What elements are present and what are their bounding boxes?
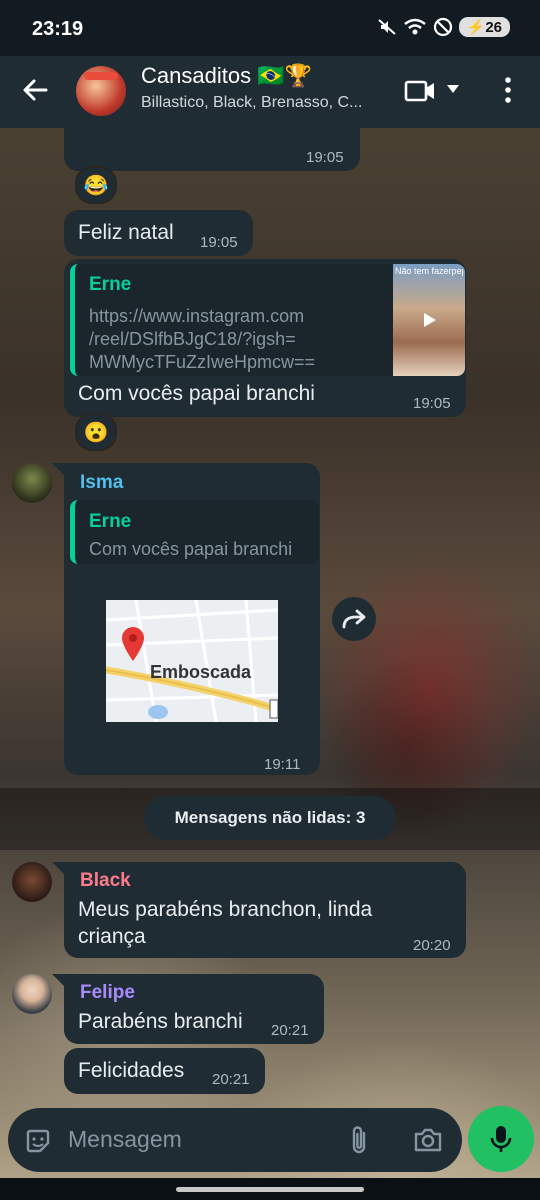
unread-messages-divider: Mensagens não lidas: 3: [144, 796, 396, 840]
message-bubble[interactable]: Black Meus parabéns branchon, linda cria…: [64, 862, 466, 958]
link-preview[interactable]: Erne https://www.instagram.com /reel/DSl…: [70, 264, 465, 376]
message-time: 19:05: [306, 149, 344, 166]
video-call-icon[interactable]: [404, 76, 436, 106]
home-gesture-pill[interactable]: [176, 1187, 364, 1192]
sender-name: Isma: [80, 472, 124, 493]
quoted-text: Com vocês papai branchi: [89, 539, 293, 559]
status-bar: 23:19 ⚡26: [0, 0, 540, 56]
avatar[interactable]: [12, 974, 52, 1014]
message-text: Feliz natal: [78, 221, 174, 244]
thumbnail-caption: Não tem fazerpepeo...: [395, 266, 463, 276]
message-time: 19:05: [200, 234, 238, 251]
message-text: criança: [78, 925, 146, 948]
link-preview-title: Erne: [89, 274, 132, 295]
more-options-icon[interactable]: [502, 76, 514, 104]
group-avatar[interactable]: [76, 66, 126, 116]
avatar[interactable]: [12, 463, 52, 503]
reaction-badge[interactable]: 😮: [75, 413, 117, 451]
reaction-badge[interactable]: 😂: [75, 166, 117, 204]
map-label: Emboscada: [150, 662, 252, 682]
message-text: Meus parabéns branchon, linda: [78, 898, 373, 921]
mute-icon: [377, 19, 396, 35]
back-arrow-icon[interactable]: [20, 75, 50, 105]
battery-indicator: ⚡26: [458, 17, 510, 37]
message-bubble[interactable]: Felicidades 20:21: [64, 1048, 265, 1094]
group-members[interactable]: Billastico, Black, Brenasso, C...: [141, 94, 381, 112]
sender-name: Felipe: [80, 982, 135, 1003]
message-bubble[interactable]: 19:05: [64, 118, 360, 171]
mic-icon: [490, 1126, 512, 1152]
message-time: 20:21: [271, 1022, 309, 1039]
mic-button[interactable]: [468, 1106, 534, 1172]
message-bubble[interactable]: Feliz natal 19:05: [64, 210, 253, 256]
quoted-sender: Erne: [89, 511, 132, 532]
camera-icon[interactable]: [413, 1127, 443, 1153]
dnd-icon: [433, 17, 452, 37]
message-time: 19:05: [413, 395, 451, 412]
video-thumbnail[interactable]: Não tem fazerpepeo...: [393, 264, 465, 376]
forward-icon: [342, 609, 366, 629]
message-text: Felicidades: [78, 1059, 185, 1082]
message-time: 20:21: [212, 1071, 250, 1088]
group-title[interactable]: Cansaditos 🇧🇷🏆: [141, 63, 312, 89]
status-time: 23:19: [32, 18, 84, 40]
message-bubble[interactable]: Erne https://www.instagram.com /reel/DSl…: [64, 259, 466, 417]
chevron-down-icon[interactable]: [446, 83, 460, 95]
attach-icon[interactable]: [348, 1124, 370, 1156]
sender-name: Black: [80, 870, 131, 891]
quoted-message[interactable]: Erne Com vocês papai branchi: [70, 500, 319, 564]
map-pin-icon: [122, 627, 144, 661]
link-url: MWMycTFuZzIweHpmcw==: [89, 352, 316, 372]
message-input-bar[interactable]: Mensagem: [8, 1108, 462, 1172]
message-time: 20:20: [413, 937, 451, 954]
avatar[interactable]: [12, 862, 52, 902]
message-time: 19:11: [264, 756, 301, 773]
message-input[interactable]: Mensagem: [68, 1126, 182, 1153]
wifi-icon: [403, 18, 426, 35]
message-text: Com vocês papai branchi: [78, 382, 315, 405]
play-icon: [424, 313, 436, 327]
forward-button[interactable]: [332, 597, 376, 641]
message-text: Parabéns branchi: [78, 1010, 243, 1033]
sticker-icon[interactable]: [24, 1127, 52, 1155]
location-map[interactable]: Emboscada: [106, 600, 278, 722]
message-bubble[interactable]: Felipe Parabéns branchi 20:21: [64, 974, 324, 1044]
